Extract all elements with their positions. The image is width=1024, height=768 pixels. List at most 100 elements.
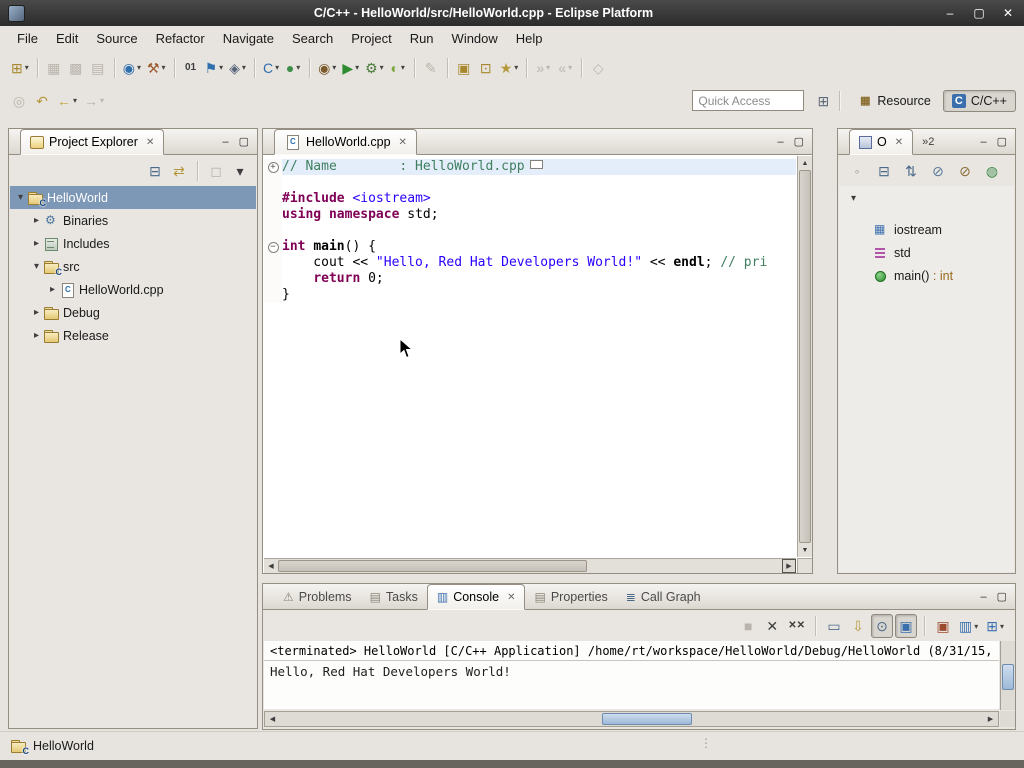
tab-problems[interactable]: ⚠Problems — [274, 584, 361, 609]
fold-expand-icon[interactable]: + — [268, 162, 279, 173]
editor-vertical-scrollbar[interactable] — [797, 156, 812, 557]
hide-static-button[interactable]: ⊘ — [954, 159, 976, 183]
customize-view-button[interactable]: ◻ — [205, 159, 227, 183]
new-class-button[interactable]: ●▾ — [282, 56, 304, 80]
back-button[interactable]: ←▾ — [54, 89, 80, 113]
menu-search[interactable]: Search — [283, 28, 342, 49]
new-cpp-project-button[interactable]: ◉▾ — [120, 56, 144, 80]
tab-call-graph[interactable]: ≣Call Graph — [617, 584, 710, 609]
minimize-view-button[interactable]: – — [777, 136, 783, 148]
debug-button[interactable]: ◉▾ — [315, 56, 339, 80]
show-on-launch-button[interactable]: ▣ — [932, 614, 954, 638]
outline-item-iostream[interactable]: iostream — [839, 218, 1014, 241]
tab-properties[interactable]: ▤Properties — [525, 584, 616, 609]
expander-closed-icon[interactable]: ▸ — [30, 215, 43, 226]
remove-all-launches-button[interactable]: ✕✕ — [785, 614, 808, 638]
outline-tab[interactable]: O ✕ — [849, 129, 913, 155]
scrollbar-thumb[interactable] — [602, 713, 692, 725]
maximize-view-button[interactable]: ▢ — [997, 135, 1007, 148]
binaries-button[interactable]: 01 — [180, 56, 202, 80]
outline-item-main[interactable]: main() : int — [839, 264, 1014, 287]
menu-project[interactable]: Project — [342, 28, 400, 49]
collapse-all-button[interactable]: ⊟ — [144, 159, 166, 183]
expander-closed-icon[interactable]: ▸ — [30, 307, 43, 318]
profile-button[interactable]: ◐▾ — [387, 56, 409, 80]
maximize-view-button[interactable]: ▢ — [997, 590, 1007, 603]
close-button[interactable]: ✕ — [1000, 6, 1016, 20]
code-line-text[interactable]: return 0; — [282, 271, 796, 287]
menu-navigate[interactable]: Navigate — [214, 28, 283, 49]
sash-handle[interactable]: ⋮ — [700, 736, 712, 750]
editor-close-icon[interactable]: ✕ — [399, 137, 407, 148]
minimize-view-button[interactable]: – — [222, 136, 228, 148]
show-on-output-button[interactable]: ▣ — [895, 614, 917, 638]
outline-item-std[interactable]: std — [839, 241, 1014, 264]
new-wizard-button[interactable]: ⊞▾ — [8, 56, 32, 80]
code-line-text[interactable] — [282, 223, 796, 239]
console-close-icon[interactable]: ✕ — [507, 592, 515, 603]
menu-run[interactable]: Run — [401, 28, 443, 49]
open-perspective-button[interactable]: ⊞ — [812, 89, 834, 113]
scrollbar-thumb[interactable] — [278, 560, 587, 572]
view-stack-more-icon[interactable]: »2 — [922, 136, 934, 148]
expander-open-icon[interactable]: ▾ — [14, 192, 27, 203]
menu-refactor[interactable]: Refactor — [147, 28, 214, 49]
search-button[interactable]: ★▾ — [497, 56, 522, 80]
maximize-view-button[interactable]: ▢ — [794, 135, 804, 148]
menu-source[interactable]: Source — [87, 28, 146, 49]
scroll-down-icon[interactable] — [798, 543, 812, 557]
menu-file[interactable]: File — [8, 28, 47, 49]
external-tools-button[interactable]: ⚙▾ — [362, 56, 387, 80]
tree-item-binaries[interactable]: ▸Binaries — [10, 209, 256, 232]
code-line-text[interactable]: cout << "Hello, Red Hat Developers World… — [282, 255, 796, 271]
minimize-view-button[interactable]: – — [980, 136, 986, 148]
maximize-view-button[interactable]: ▢ — [239, 135, 249, 148]
minimize-view-button[interactable]: – — [980, 591, 986, 603]
perspective-cpp-button[interactable]: CC/C++ — [943, 90, 1016, 112]
open-element-button[interactable]: ⊡ — [475, 56, 497, 80]
console-horizontal-scrollbar[interactable] — [264, 711, 999, 727]
expander-open-icon[interactable]: ▾ — [30, 261, 43, 272]
menu-help[interactable]: Help — [507, 28, 552, 49]
tree-item-release[interactable]: ▸Release — [10, 324, 256, 347]
tree-item-helloworld-cpp[interactable]: ▸HelloWorld.cpp — [10, 278, 256, 301]
remove-launch-button[interactable]: ✕ — [761, 614, 783, 638]
expander-closed-icon[interactable]: ▸ — [46, 284, 59, 295]
menu-edit[interactable]: Edit — [47, 28, 87, 49]
scroll-left-icon[interactable] — [264, 559, 278, 573]
build-config-button[interactable]: ⚑▾ — [202, 56, 227, 80]
tab-tasks[interactable]: ▤Tasks — [361, 584, 427, 609]
expander-closed-icon[interactable]: ▸ — [30, 330, 43, 341]
scroll-up-icon[interactable] — [798, 156, 812, 170]
maximize-button[interactable]: ▢ — [971, 6, 987, 20]
code-line-text[interactable]: int main() { — [282, 239, 796, 255]
editor-horizontal-scrollbar[interactable] — [264, 558, 796, 573]
open-console-button[interactable]: ⊞▾ — [983, 614, 1007, 638]
outline-close-icon[interactable]: ✕ — [895, 137, 903, 148]
console-output-area[interactable]: <terminated> HelloWorld [C/C++ Applicati… — [264, 641, 999, 709]
code-line-text[interactable]: } — [282, 287, 796, 303]
display-selected-console-button[interactable]: ▥▾ — [956, 614, 981, 638]
tree-item-includes[interactable]: ▸Includes — [10, 232, 256, 255]
pin-console-button[interactable]: ⊙ — [871, 614, 893, 638]
scrollbar-thumb[interactable] — [1002, 664, 1014, 690]
new-source-file-button[interactable]: C▾ — [260, 56, 282, 80]
code-line-text[interactable]: using namespace std; — [282, 207, 796, 223]
project-tree[interactable]: ▾HelloWorld▸Binaries▸Includes▾src▸HelloW… — [10, 186, 256, 727]
build-all-button[interactable]: ⚒▾ — [144, 56, 169, 80]
focus-button[interactable]: ◦ — [846, 159, 868, 183]
run-button[interactable]: ▶▾ — [339, 56, 362, 80]
tab-console[interactable]: ▥Console✕ — [427, 584, 526, 610]
folded-region-indicator[interactable] — [530, 160, 543, 169]
scroll-right-icon[interactable] — [782, 559, 796, 573]
collapse-all-button[interactable]: ⊟ — [873, 159, 895, 183]
perspective-resource-button[interactable]: ▦Resource — [849, 90, 940, 112]
project-explorer-close-icon[interactable]: ✕ — [146, 137, 154, 148]
code-line-text[interactable]: // Name : HelloWorld.cpp — [282, 159, 796, 175]
minimize-button[interactable]: – — [942, 6, 958, 20]
clear-console-button[interactable]: ▭ — [823, 614, 845, 638]
view-menu-button[interactable]: ▾ — [229, 159, 251, 183]
scroll-right-icon[interactable] — [983, 712, 998, 726]
open-resource-button[interactable]: ▣ — [453, 56, 475, 80]
project-explorer-tab[interactable]: Project Explorer ✕ — [20, 129, 164, 155]
